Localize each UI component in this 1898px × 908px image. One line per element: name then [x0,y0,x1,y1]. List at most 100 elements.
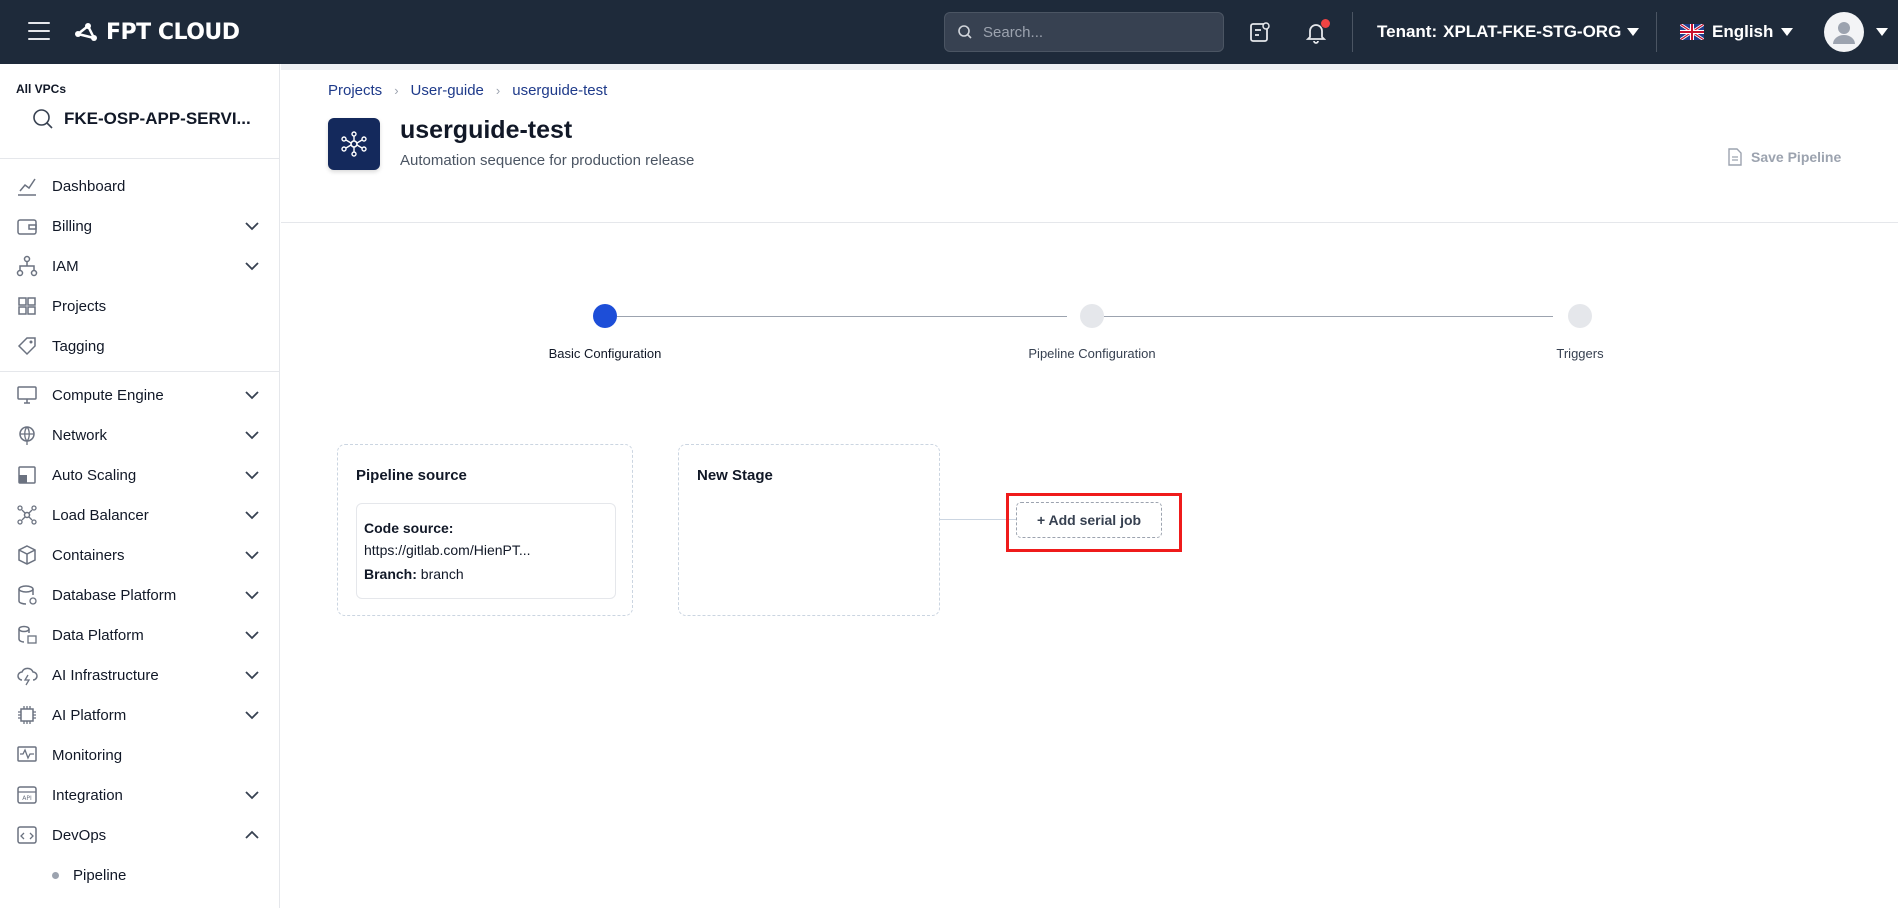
sidebar-item-ai-platform[interactable]: AI Platform [0,695,280,735]
save-pipeline-button[interactable]: Save Pipeline [1727,148,1841,166]
pulse-icon [16,744,38,766]
pipeline-source-title: Pipeline source [356,467,467,484]
step-1-indicator[interactable] [593,304,617,328]
branch-label: Branch: [364,566,417,582]
step-connector [1104,316,1553,317]
search-box[interactable] [944,12,1224,52]
step-3-label: Triggers [1556,346,1604,361]
main-content: Projects › User-guide › userguide-test u… [281,64,1898,908]
header-divider [281,222,1898,223]
sidebar-item-label: DevOps [52,826,107,844]
chart-icon [16,175,38,197]
caret-down-icon [1627,28,1640,36]
sidebar-item-containers[interactable]: Containers [0,535,280,575]
sidebar-item-label: IAM [52,257,79,275]
caret-down-icon [1781,28,1794,36]
vpc-name: FKE-OSP-APP-SERVI... [64,109,251,128]
fpt-cloud-logo[interactable]: FPT CLOUD [72,18,240,46]
chevron-down-icon [245,222,259,231]
sidebar-item-network[interactable]: Network [0,415,280,455]
top-header: FPT CLOUD Tenant: XPLAT-FKE-STG-ORG Engl… [0,0,1898,64]
tenant-selector[interactable]: Tenant: XPLAT-FKE-STG-ORG [1377,22,1640,42]
chevron-down-icon [245,591,259,600]
sidebar-item-label: Network [52,426,108,444]
pipeline-source-card: Pipeline source Code source: https://git… [337,444,633,616]
sidebar-item-label: Integration [52,786,123,804]
avatar-caret-icon[interactable] [1876,24,1888,42]
hierarchy-icon [16,255,38,277]
chip-icon [16,704,38,726]
sidebar-item-label: Dashboard [52,177,126,195]
sidebar-item-iam[interactable]: IAM [0,246,280,286]
svg-text:API: API [22,795,32,802]
user-avatar[interactable] [1824,12,1864,52]
menu-icon[interactable] [28,22,50,40]
sidebar-item-label: Auto Scaling [52,466,137,484]
sidebar-item-ai-infrastructure[interactable]: AI Infrastructure [0,655,280,695]
api-icon: API [16,784,38,806]
tenant-label: Tenant: [1377,22,1438,41]
task-list-icon[interactable] [1248,20,1272,44]
chevron-down-icon [245,431,259,440]
bell-icon[interactable] [1304,19,1330,44]
globe-icon [16,424,38,446]
sidebar-item-billing[interactable]: Billing [0,206,280,246]
code-source-value: https://gitlab.com/HienPT... [364,542,531,558]
autoscale-icon [16,464,38,486]
sidebar-item-label: Billing [52,217,93,235]
sidebar-item-dashboard[interactable]: Dashboard [0,166,280,206]
sidebar-item-label: Containers [52,546,125,564]
sidebar-item-label: Tagging [52,337,105,355]
breadcrumb-projects[interactable]: Projects [328,82,382,99]
new-stage-title: New Stage [697,467,773,484]
sidebar-divider [0,158,280,159]
step-connector [617,316,1067,317]
database-icon [16,584,38,606]
code-icon [16,824,38,846]
sidebar-item-label: Data Platform [52,626,144,644]
sidebar-item-compute-engine[interactable]: Compute Engine [0,375,280,415]
search-input[interactable] [983,23,1203,41]
chevron-down-icon [245,511,259,520]
sidebar-item-integration[interactable]: API Integration [0,775,280,815]
header-divider [1352,12,1353,52]
breadcrumb-current[interactable]: userguide-test [512,82,607,99]
sidebar: All VPCs FKE-OSP-APP-SERVI... Dashboard … [0,64,280,908]
step-2-indicator[interactable] [1080,304,1104,328]
sidebar-item-label: Compute Engine [52,386,164,404]
chevron-down-icon [245,391,259,400]
sidebar-item-database-platform[interactable]: Database Platform [0,575,280,615]
sidebar-item-devops[interactable]: DevOps [0,815,280,855]
sidebar-item-data-platform[interactable]: Data Platform [0,615,280,655]
sidebar-item-auto-scaling[interactable]: Auto Scaling [0,455,280,495]
cloud-ai-icon [16,664,38,686]
document-icon [1728,148,1742,166]
page-title: userguide-test [400,116,573,144]
code-source-label: Code source: [364,520,454,536]
wallet-icon [16,215,38,237]
sidebar-item-tagging[interactable]: Tagging [0,326,280,366]
add-serial-job-button[interactable]: + Add serial job [1016,502,1162,538]
sidebar-item-label: Load Balancer [52,506,149,524]
vpc-selector[interactable]: FKE-OSP-APP-SERVI... [32,108,251,130]
breadcrumb-user-guide[interactable]: User-guide [411,82,484,99]
language-selector[interactable]: English [1680,22,1794,42]
top-shadow [281,64,1898,70]
logo-text: FPT CLOUD [106,19,240,45]
chevron-down-icon [245,471,259,480]
logo-icon [75,23,97,41]
sidebar-item-monitoring[interactable]: Monitoring [0,735,280,775]
code-source-box[interactable]: Code source: https://gitlab.com/HienPT..… [356,503,616,599]
sidebar-subitem-pipeline[interactable]: Pipeline [0,857,280,893]
step-2-label: Pipeline Configuration [1028,346,1156,361]
chevron-down-icon [245,262,259,271]
project-icon [328,118,380,170]
sidebar-subitem-label: Pipeline [73,866,127,884]
step-1-label: Basic Configuration [548,346,662,361]
step-3-indicator[interactable] [1568,304,1592,328]
chevron-right-icon: › [495,83,501,98]
sidebar-item-load-balancer[interactable]: Load Balancer [0,495,280,535]
tag-icon [16,335,38,357]
projects-icon [16,295,38,317]
sidebar-item-projects[interactable]: Projects [0,286,280,326]
